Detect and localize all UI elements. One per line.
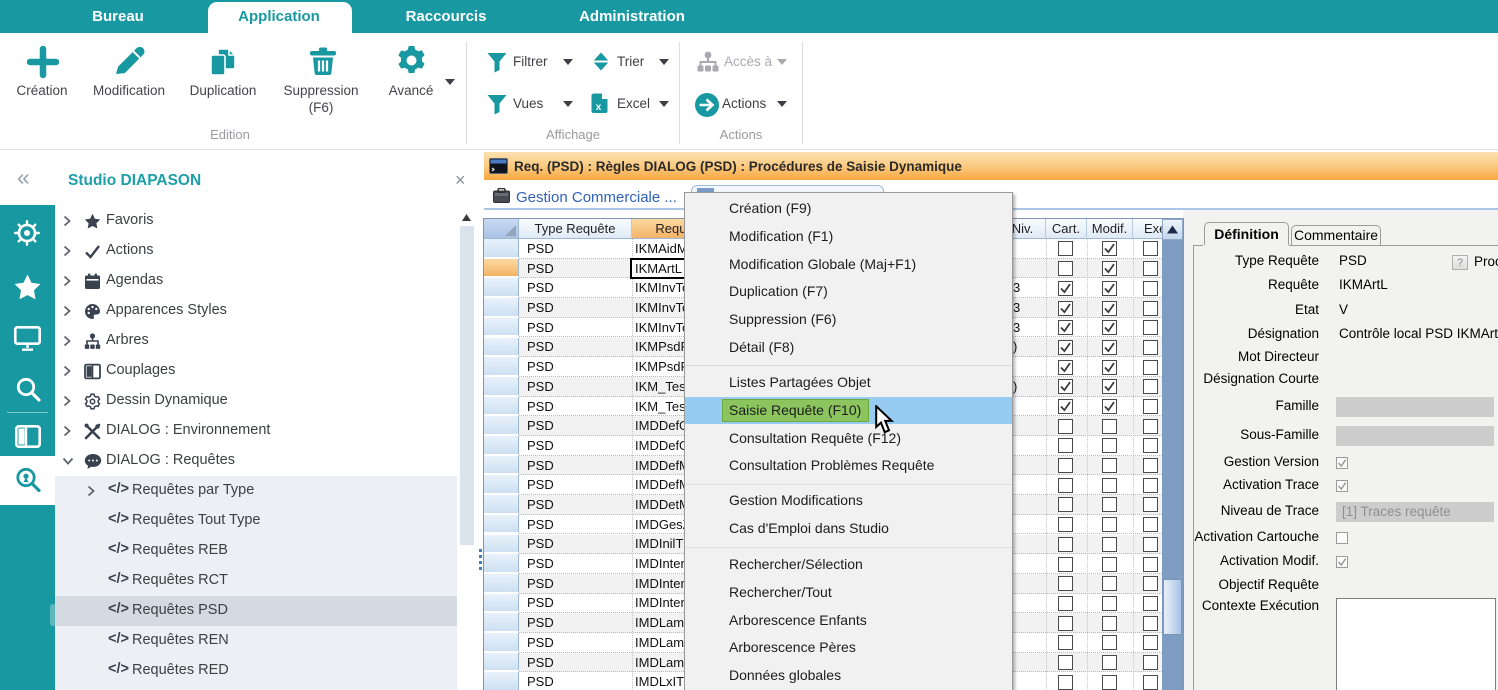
svg-text:x: x	[596, 102, 602, 113]
